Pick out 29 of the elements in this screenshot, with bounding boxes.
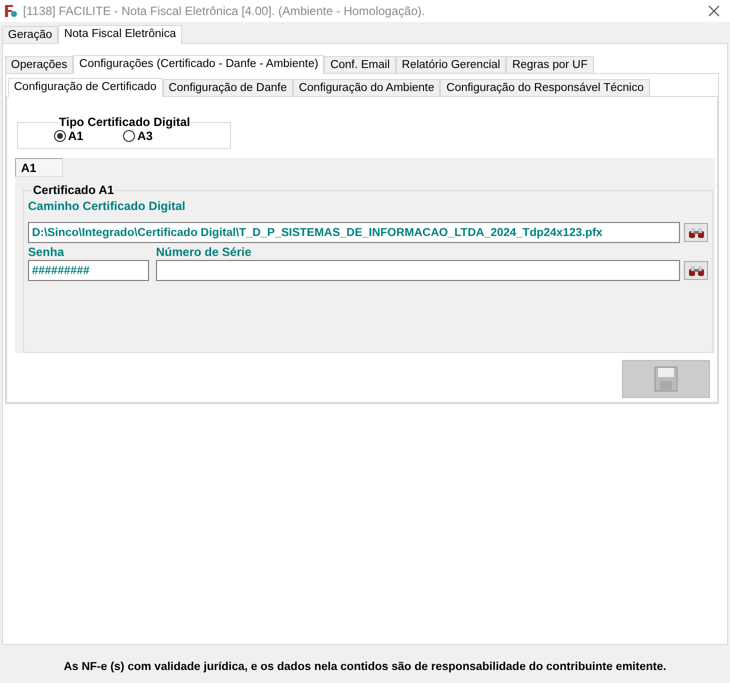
tab[interactable]: Operações	[5, 56, 74, 73]
browse-button[interactable]	[684, 261, 708, 280]
input-field[interactable]: #########	[28, 260, 149, 281]
field-label: Senha	[28, 245, 66, 259]
group-title: Certificado A1	[32, 183, 115, 197]
group-title: Tipo Certificado Digital	[58, 115, 192, 129]
field-label: Número de Série	[156, 245, 252, 259]
app-logo-icon	[4, 4, 18, 18]
tab[interactable]: Regras por UF	[506, 56, 594, 73]
tab[interactable]: Configuração do Ambiente	[292, 79, 440, 96]
tab[interactable]: Configuração de Danfe	[162, 79, 293, 96]
tab[interactable]: Configuração do Responsável Técnico	[440, 79, 650, 96]
tab[interactable]: Relatório Gerencial	[396, 56, 506, 73]
field-label: Caminho Certificado Digital	[28, 199, 186, 213]
tab[interactable]: Configurações (Certificado - Danfe - Ambiente)	[73, 55, 324, 74]
binoculars-icon	[688, 264, 704, 276]
window-title: [1138] FACILITE - Nota Fiscal Eletrônica [4.00]. (Ambiente - Homologação).	[23, 4, 426, 18]
tab[interactable]: Geração	[2, 26, 58, 43]
tab[interactable]: Configuração de Certificado	[8, 78, 163, 97]
close-icon[interactable]	[708, 5, 720, 17]
radio-option[interactable]: A1	[54, 129, 84, 143]
binoculars-icon	[688, 226, 704, 238]
browse-button[interactable]	[684, 223, 708, 242]
input-field[interactable]	[156, 260, 680, 281]
tab[interactable]: Conf. Email	[324, 56, 396, 73]
input-field[interactable]: D:\Sinco\Integrado\Certificado Digital\T_D_P_SISTEMAS_DE_INFORMACAO_LTDA_2024_Tdp24x123.pfx	[28, 222, 680, 243]
radio-option[interactable]: A3	[123, 129, 153, 143]
tab[interactable]: Nota Fiscal Eletrônica	[58, 25, 182, 44]
tab[interactable]: A1	[15, 158, 63, 177]
